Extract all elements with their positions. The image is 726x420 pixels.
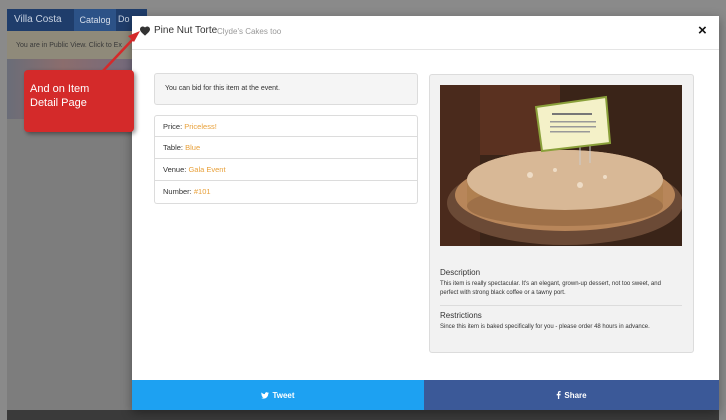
tweet-button[interactable]: Tweet (132, 380, 424, 410)
detail-row-table: Table: Blue (154, 137, 418, 159)
item-details-list: Price: Priceless! Table: Blue Venue: Gal… (154, 115, 418, 204)
heart-icon[interactable] (139, 25, 151, 37)
detail-label: Number: (163, 187, 192, 196)
bg-banner-text: You are in Public View. Click to Ex (16, 42, 122, 49)
callout-line-1: And on Item (30, 83, 90, 95)
item-detail-modal: Pine Nut Torte Clyde's Cakes too × You c… (132, 16, 719, 410)
detail-value: Gala Event (188, 165, 226, 174)
bg-nav-partial: Do (118, 14, 130, 24)
description-text: This item is really spectacular. It's an… (440, 281, 661, 296)
facebook-icon (557, 391, 562, 399)
bid-notice-box: You can bid for this item at the event. (154, 73, 418, 105)
panel-divider (440, 305, 682, 306)
bg-nav-catalog: Catalog (74, 9, 116, 31)
modal-header: Pine Nut Torte Clyde's Cakes too × (132, 16, 719, 50)
detail-row-price: Price: Priceless! (154, 115, 418, 137)
tweet-label: Tweet (272, 390, 295, 400)
annotation-callout: And on Item Detail Page (24, 70, 134, 132)
restrictions-text: Since this item is baked specifically fo… (440, 324, 650, 330)
detail-label: Venue: (163, 165, 187, 174)
detail-value: Priceless! (184, 122, 217, 131)
detail-value: Blue (185, 143, 201, 152)
modal-title: Pine Nut Torte (154, 25, 218, 36)
detail-label: Table: (163, 143, 184, 152)
detail-label: Price: (163, 122, 183, 131)
bg-brand: Villa Costa (14, 14, 62, 25)
detail-row-number: Number: #101 (154, 181, 418, 204)
detail-row-venue: Venue: Gala Event (154, 159, 418, 181)
item-info-panel: Description This item is really spectacu… (429, 74, 694, 353)
description-label: Description (440, 268, 481, 277)
bg-content (7, 119, 147, 420)
item-photo (440, 85, 682, 246)
modal-subtitle: Clyde's Cakes too (217, 27, 282, 36)
share-button[interactable]: Share (424, 380, 719, 410)
twitter-icon (261, 391, 270, 399)
detail-value: #101 (193, 187, 211, 196)
bid-notice-text: You can bid for this item at the event. (165, 85, 280, 92)
bg-bottom-strip (7, 410, 719, 420)
close-icon[interactable]: × (698, 23, 707, 38)
callout-line-2: Detail Page (30, 97, 87, 109)
restrictions-label: Restrictions (440, 311, 482, 320)
share-label: Share (564, 390, 587, 400)
